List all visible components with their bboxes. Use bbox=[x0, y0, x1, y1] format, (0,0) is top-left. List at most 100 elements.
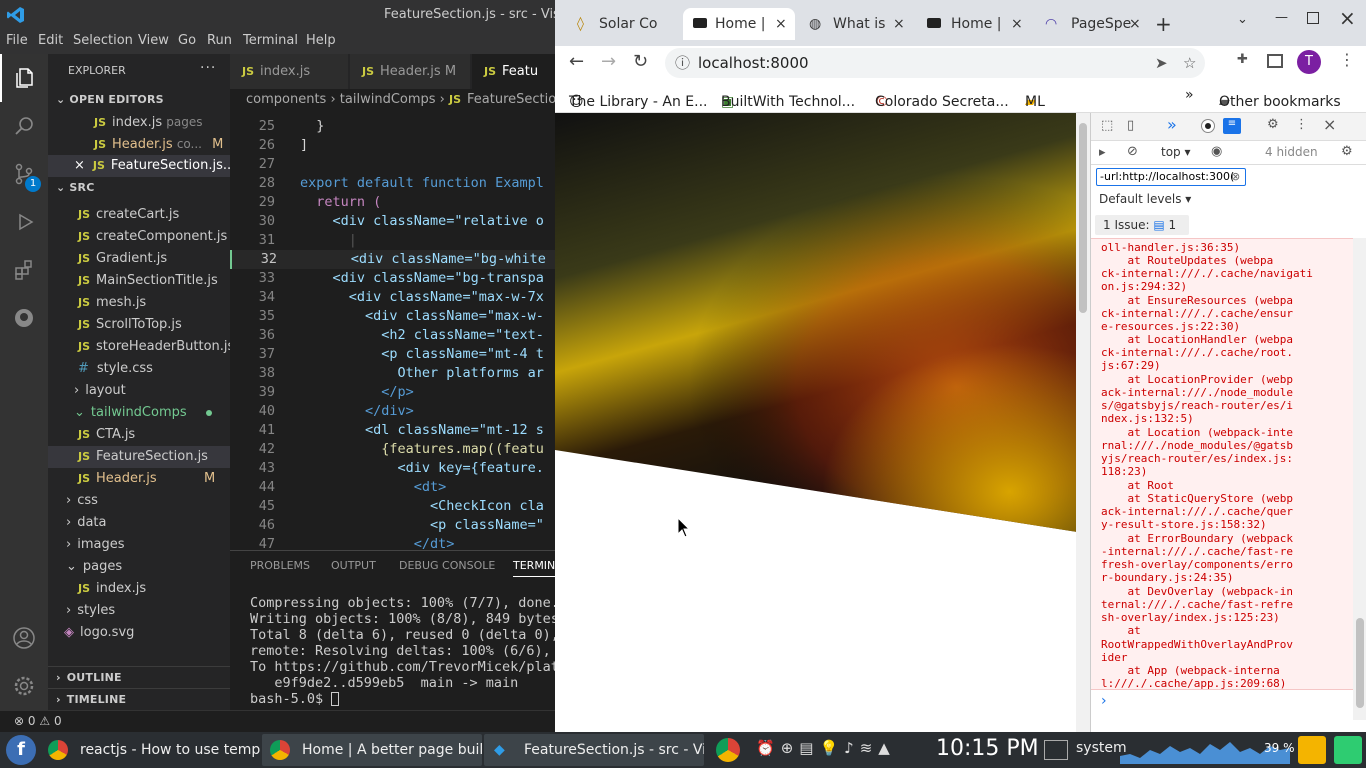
devtools-settings-icon[interactable]: ⚙ bbox=[1267, 117, 1279, 132]
extensions-icon[interactable] bbox=[0, 246, 48, 294]
back-button[interactable]: ← bbox=[569, 51, 584, 72]
open-editor-item[interactable]: JS index.js pages bbox=[48, 111, 230, 133]
folder-item[interactable]: ⌄ pages bbox=[48, 556, 230, 578]
folder-item[interactable]: › styles bbox=[48, 600, 230, 622]
file-item[interactable]: JS ScrollToTop.js bbox=[48, 314, 230, 336]
file-item[interactable]: JS createComponent.js bbox=[48, 226, 230, 248]
show-desktop-icon[interactable] bbox=[1044, 740, 1068, 760]
file-item[interactable]: # style.css bbox=[48, 358, 230, 380]
address-bar[interactable]: ⓘ localhost:8000 ➤ ☆ bbox=[665, 48, 1205, 78]
issues-icon[interactable]: ≡ bbox=[1223, 118, 1241, 134]
problems-status[interactable]: ⊗ 0 ⚠ 0 bbox=[14, 714, 62, 728]
menu-go[interactable]: Go bbox=[178, 33, 196, 48]
browser-tab[interactable]: Home | × bbox=[919, 8, 1031, 40]
console-settings-icon[interactable]: ⚙ bbox=[1341, 144, 1353, 159]
menu-edit[interactable]: Edit bbox=[38, 33, 63, 48]
tab-debug-console[interactable]: DEBUG CONSOLE bbox=[399, 559, 495, 572]
browser-tab[interactable]: ◊ Solar Co bbox=[569, 8, 681, 40]
device-toolbar-icon[interactable]: ▯ bbox=[1127, 118, 1134, 133]
console-prompt[interactable]: › bbox=[1101, 693, 1107, 709]
file-item[interactable]: JS Gradient.js bbox=[48, 248, 230, 270]
terminal-prompt[interactable]: bash-5.0$ bbox=[250, 691, 340, 707]
issues-counter[interactable]: 1 Issue: ▤ 1 bbox=[1095, 215, 1189, 235]
taskbar-item[interactable]: ◆FeatureSection.js - src - Visu... bbox=[484, 734, 704, 766]
breadcrumb-item[interactable]: FeatureSectio bbox=[467, 92, 555, 107]
src-section[interactable]: ⌄ SRC bbox=[48, 177, 230, 199]
folder-item[interactable]: › images bbox=[48, 534, 230, 556]
file-item[interactable]: JS CTA.js bbox=[48, 424, 230, 446]
forward-button[interactable]: → bbox=[601, 51, 616, 72]
log-levels-dropdown[interactable]: Default levels ▾ bbox=[1099, 192, 1191, 206]
context-selector[interactable]: top ▾ bbox=[1161, 145, 1191, 159]
file-item[interactable]: ◈ logo.svg bbox=[48, 622, 230, 644]
run-debug-icon[interactable] bbox=[0, 198, 48, 246]
open-editor-item[interactable]: JS Header.js co... M bbox=[48, 133, 230, 155]
live-expression-eye-icon[interactable]: ◉ bbox=[1211, 144, 1222, 159]
side-panel-icon[interactable] bbox=[1267, 54, 1283, 68]
clock[interactable]: 10:15 PM bbox=[936, 736, 1039, 761]
file-item[interactable]: JS Header.js M bbox=[48, 468, 230, 490]
tab-index[interactable]: JS index.js bbox=[230, 54, 348, 89]
tab-search-chevron-icon[interactable]: ⌄ bbox=[1237, 12, 1248, 27]
timeline-section[interactable]: › TIMELINE bbox=[48, 688, 230, 710]
devtools-menu-icon[interactable]: ⋮ bbox=[1295, 117, 1308, 132]
menu-view[interactable]: View bbox=[138, 33, 169, 48]
file-item-selected[interactable]: JS FeatureSection.js bbox=[48, 446, 230, 468]
tab-featuresection[interactable]: JS Featu bbox=[472, 54, 555, 89]
file-item[interactable]: JS index.js bbox=[48, 578, 230, 600]
account-icon[interactable] bbox=[0, 614, 48, 662]
chrome-launcher-icon[interactable] bbox=[716, 738, 740, 762]
inspect-element-icon[interactable]: ⬚ bbox=[1101, 118, 1113, 133]
open-editor-item-active[interactable]: × JS FeatureSection.js... bbox=[48, 155, 230, 177]
console-filter-input[interactable]: -url:http://localhost:300(⊗ bbox=[1096, 168, 1246, 186]
breadcrumb-item[interactable]: tailwindComps bbox=[340, 92, 436, 107]
browser-tab[interactable]: ◠ PageSpe × bbox=[1037, 8, 1149, 40]
settings-gear-icon[interactable] bbox=[0, 662, 48, 710]
folder-item[interactable]: › data bbox=[48, 512, 230, 534]
outline-section[interactable]: › OUTLINE bbox=[48, 666, 230, 688]
maximize-button[interactable] bbox=[1307, 12, 1319, 24]
devtools-close-icon[interactable]: × bbox=[1323, 115, 1336, 134]
folder-item[interactable]: ⌄ tailwindComps bbox=[48, 402, 230, 424]
profile-avatar[interactable]: T bbox=[1297, 50, 1321, 74]
system-tray[interactable]: ⏰⊕▤💡♪≋▲ bbox=[756, 739, 896, 757]
folder-item[interactable]: › css bbox=[48, 490, 230, 512]
explorer-icon[interactable] bbox=[0, 54, 48, 102]
file-item[interactable]: JS storeHeaderButton.js bbox=[48, 336, 230, 358]
errors-dot-icon[interactable] bbox=[1201, 119, 1215, 133]
menu-terminal[interactable]: Terminal bbox=[243, 33, 298, 48]
reload-button[interactable]: ↻ bbox=[633, 51, 648, 72]
search-icon[interactable] bbox=[0, 102, 48, 150]
source-control-icon[interactable]: 1 bbox=[0, 150, 48, 198]
more-tabs-icon[interactable]: » bbox=[1167, 115, 1177, 134]
battery-icon[interactable] bbox=[1334, 736, 1362, 764]
menu-help[interactable]: Help bbox=[306, 33, 336, 48]
tab-header[interactable]: JS Header.js M bbox=[350, 54, 470, 89]
chrome-menu-icon[interactable]: ⋮ bbox=[1339, 50, 1355, 69]
clear-console-icon[interactable]: ⊘ bbox=[1127, 144, 1138, 159]
notes-icon[interactable] bbox=[1298, 736, 1326, 764]
file-item[interactable]: JS MainSectionTitle.js bbox=[48, 270, 230, 292]
taskbar-item[interactable]: Home | A better page build... bbox=[262, 734, 482, 766]
browser-tab[interactable]: ◍ What is × bbox=[801, 8, 913, 40]
browser-tab-active[interactable]: Home | × bbox=[683, 8, 795, 40]
tab-output[interactable]: OUTPUT bbox=[331, 559, 376, 572]
sidebar-toggle-icon[interactable]: ▸ bbox=[1099, 145, 1106, 160]
code-area[interactable]: 25 } 26] 27 28 export default function Ex… bbox=[230, 111, 555, 550]
folder-item[interactable]: › layout bbox=[48, 380, 230, 402]
page-scrollbar[interactable] bbox=[1076, 113, 1090, 732]
taskbar-item[interactable]: reactjs - How to use templat... bbox=[40, 734, 260, 766]
file-item[interactable]: JS mesh.js bbox=[48, 292, 230, 314]
menu-file[interactable]: File bbox=[6, 33, 28, 48]
bookmarks-overflow-icon[interactable]: » bbox=[1185, 87, 1194, 103]
devtools-scrollbar[interactable] bbox=[1353, 238, 1366, 720]
tab-terminal[interactable]: TERMIN bbox=[513, 559, 555, 577]
menu-selection[interactable]: Selection bbox=[73, 33, 133, 48]
more-actions-icon[interactable]: ··· bbox=[200, 60, 216, 76]
tab-problems[interactable]: PROBLEMS bbox=[250, 559, 310, 572]
page-viewport[interactable] bbox=[555, 113, 1090, 732]
extensions-puzzle-icon[interactable]: ✚ bbox=[1237, 52, 1248, 67]
new-tab-button[interactable]: + bbox=[1155, 12, 1172, 36]
close-window-button[interactable]: × bbox=[1339, 6, 1356, 30]
file-item[interactable]: JS createCart.js bbox=[48, 204, 230, 226]
